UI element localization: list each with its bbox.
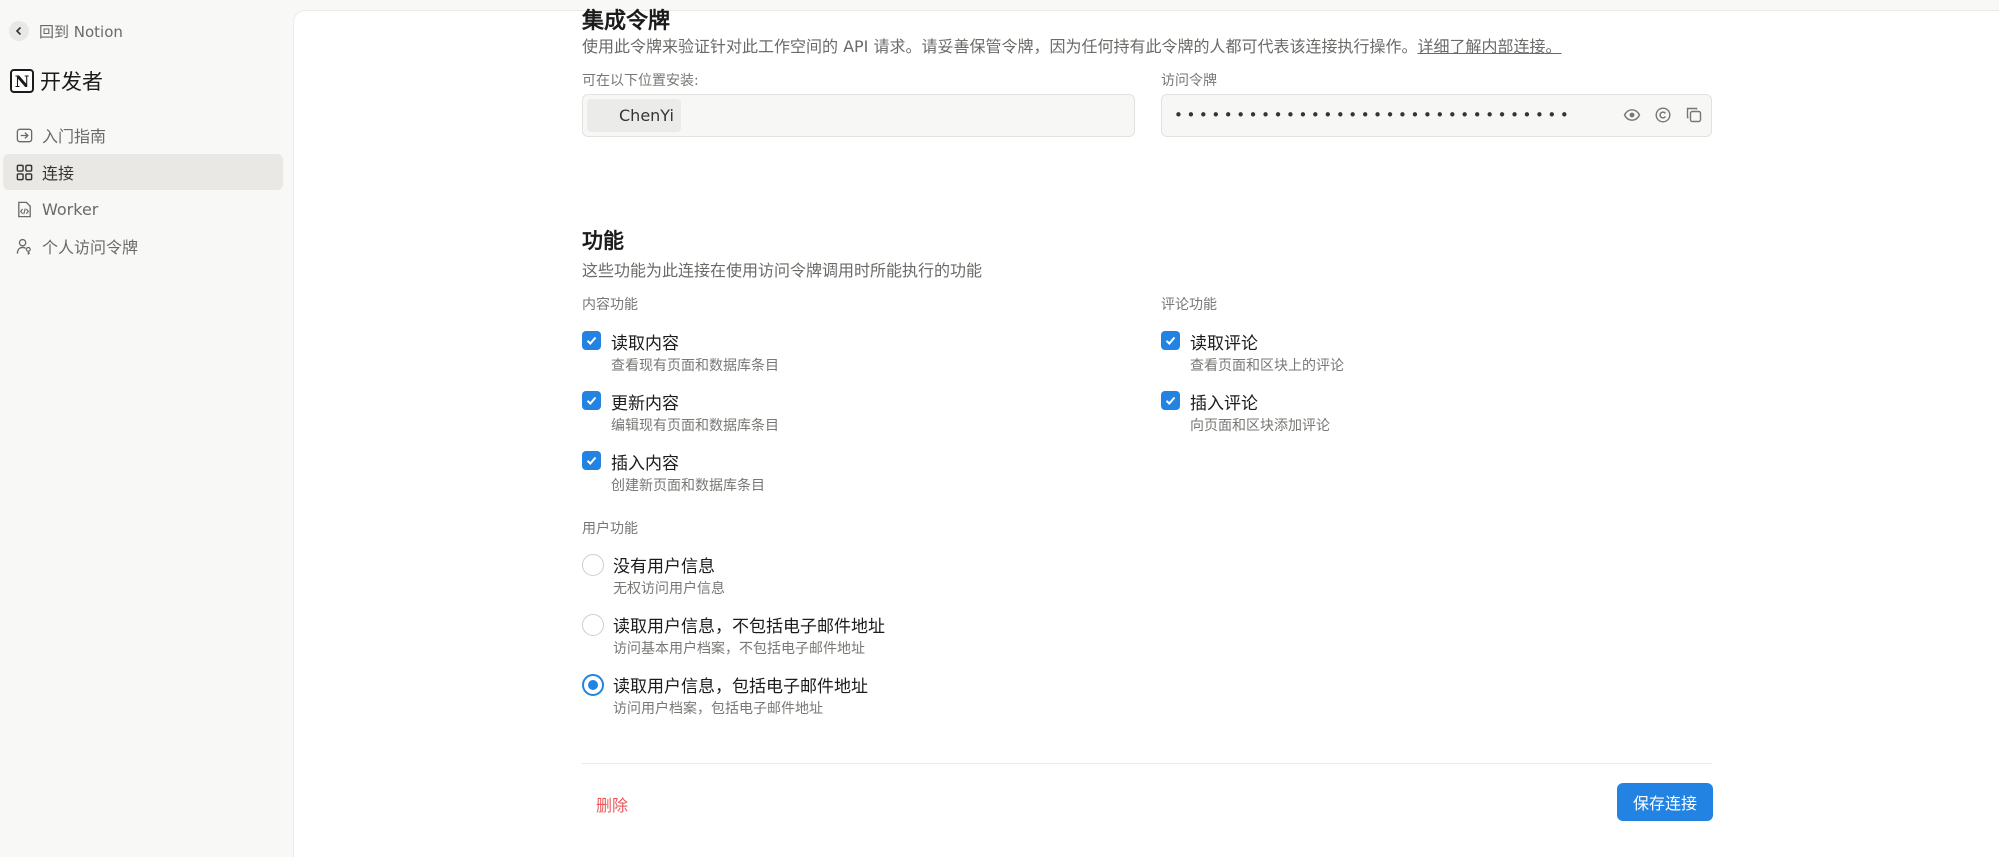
sidebar-item-label: 连接 (42, 164, 75, 183)
option-title: 读取评论 (1190, 334, 1258, 354)
install-location-label: 可在以下位置安装: (582, 73, 699, 89)
save-connection-button[interactable]: 保存连接 (1617, 783, 1713, 821)
grid-icon (14, 162, 34, 182)
option-title: 插入评论 (1190, 394, 1258, 414)
option-subtitle: 无权访问用户信息 (613, 581, 725, 597)
sidebar-item-label: 个人访问令牌 (42, 238, 139, 257)
checkbox-checked[interactable] (582, 391, 601, 410)
option-title: 插入内容 (611, 454, 679, 474)
access-token-label: 访问令牌 (1161, 73, 1217, 89)
check-icon (1165, 396, 1176, 405)
refresh-token-icon[interactable] (1653, 105, 1672, 124)
sidebar-item-label: Worker (42, 199, 99, 219)
option-subtitle: 查看现有页面和数据库条目 (611, 358, 779, 374)
eye-icon[interactable] (1622, 105, 1641, 124)
option-subtitle: 访问基本用户档案，不包括电子邮件地址 (613, 641, 865, 657)
option-subtitle: 向页面和区块添加评论 (1190, 418, 1330, 434)
option-title: 读取用户信息，不包括电子邮件地址 (613, 617, 885, 637)
option-title: 更新内容 (611, 394, 679, 414)
content-capabilities-label: 内容功能 (582, 297, 638, 313)
sidebar-item-connections[interactable]: 连接 (3, 154, 283, 190)
option-title: 读取用户信息，包括电子邮件地址 (613, 677, 868, 697)
user-capabilities-label: 用户功能 (582, 521, 638, 537)
option-title: 读取内容 (611, 334, 679, 354)
checkbox-checked[interactable] (1161, 391, 1180, 410)
access-token-field: •••••••••••••••••••••••••••••••• (1161, 94, 1712, 137)
sidebar-item-label: 入门指南 (42, 127, 107, 146)
sidebar-nav: 入门指南 连接 Worker 个人访问令牌 (3, 117, 283, 265)
arrow-in-box-icon (14, 125, 34, 145)
capabilities-description: 这些功能为此连接在使用访问令牌调用时所能执行的功能 (582, 261, 983, 280)
main-panel: 集成令牌 使用此令牌来验证针对此工作空间的 API 请求。请妥善保管令牌，因为任… (293, 9, 1999, 857)
option-subtitle: 查看页面和区块上的评论 (1190, 358, 1344, 374)
radio-button-selected[interactable] (582, 674, 604, 696)
copy-icon[interactable] (1684, 105, 1703, 124)
delete-button[interactable]: 删除 (596, 792, 628, 816)
back-to-notion-link[interactable]: 回到 Notion (9, 20, 123, 42)
checkbox-checked[interactable] (582, 451, 601, 470)
learn-more-link[interactable]: 详细了解内部连接。 (1418, 37, 1562, 56)
option-title: 没有用户信息 (613, 557, 715, 577)
checkbox-checked[interactable] (1161, 331, 1180, 350)
sidebar-item-getting-started[interactable]: 入门指南 (3, 117, 283, 153)
check-icon (586, 396, 597, 405)
access-token-value: •••••••••••••••••••••••••••••••• (1174, 106, 1573, 124)
notion-logo: N (10, 69, 34, 93)
sidebar: 回到 Notion N 开发者 入门指南 连接 Worker 个人访问令牌 (0, 0, 293, 857)
brand-title: 开发者 (40, 70, 103, 94)
option-subtitle: 编辑现有页面和数据库条目 (611, 418, 779, 434)
chevron-left-icon (9, 21, 29, 41)
back-label: 回到 Notion (39, 22, 123, 41)
token-section-description: 使用此令牌来验证针对此工作空间的 API 请求。请妥善保管令牌，因为任何持有此令… (582, 37, 1562, 56)
check-icon (586, 336, 597, 345)
sidebar-item-worker[interactable]: Worker (3, 191, 283, 227)
radio-button[interactable] (582, 554, 604, 576)
capabilities-title: 功能 (582, 229, 624, 253)
divider (582, 763, 1712, 764)
check-icon (586, 456, 597, 465)
comment-capabilities-label: 评论功能 (1161, 297, 1217, 313)
brand: N 开发者 (10, 66, 103, 96)
radio-button[interactable] (582, 614, 604, 636)
checkbox-checked[interactable] (582, 331, 601, 350)
code-file-icon (14, 199, 34, 219)
workspace-chip: ChenYi (587, 99, 681, 132)
user-key-icon (14, 236, 34, 256)
token-actions (1622, 105, 1703, 124)
sidebar-item-personal-tokens[interactable]: 个人访问令牌 (3, 228, 283, 264)
install-location-field: ChenYi (582, 94, 1135, 137)
option-subtitle: 访问用户档案，包括电子邮件地址 (613, 701, 823, 717)
option-subtitle: 创建新页面和数据库条目 (611, 478, 765, 494)
token-section-title: 集成令牌 (582, 9, 671, 34)
check-icon (1165, 336, 1176, 345)
